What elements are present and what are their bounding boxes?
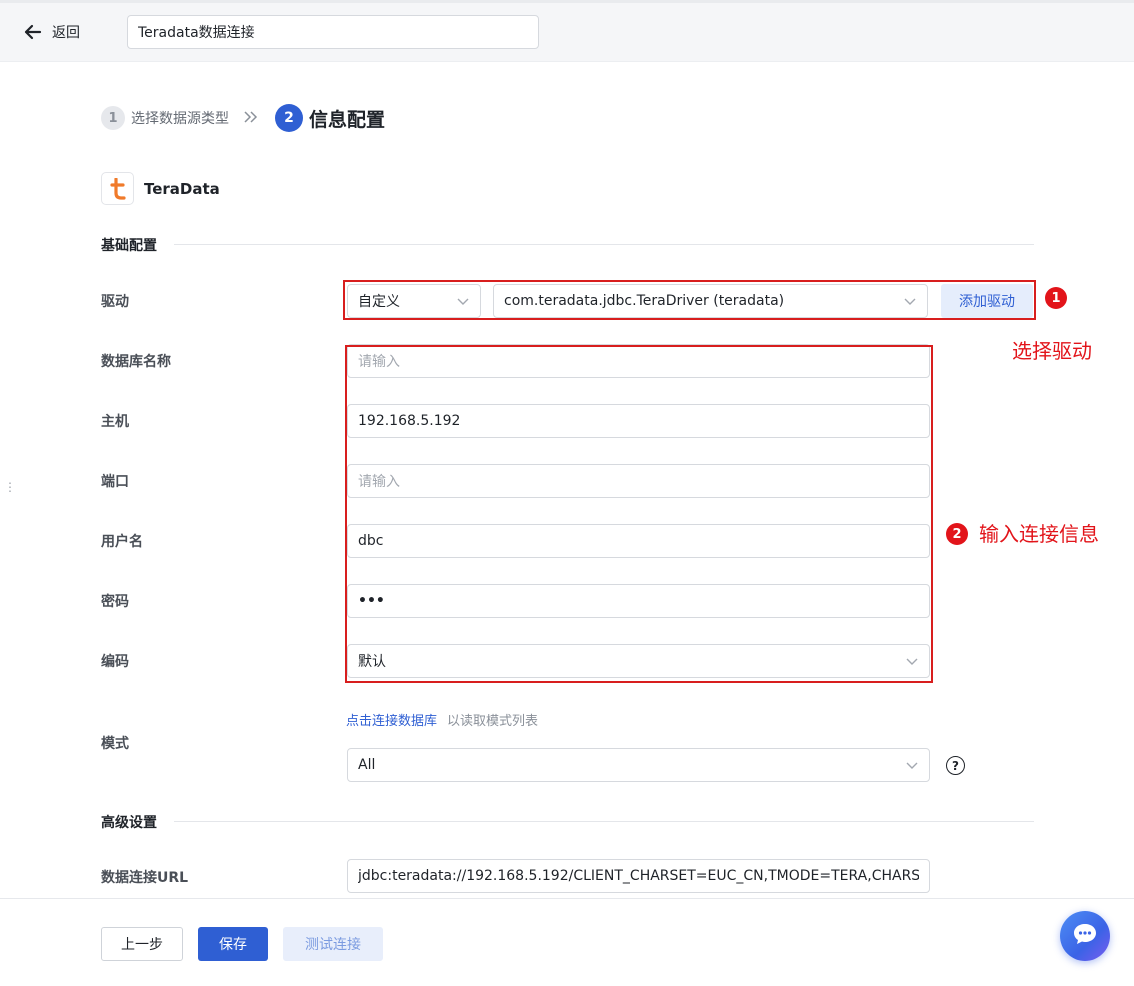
teradata-logo-icon	[101, 172, 134, 205]
annotation-box-driver	[343, 280, 1036, 320]
help-icon[interactable]: ?	[946, 756, 965, 775]
datasource-name: TeraData	[144, 179, 220, 198]
connection-name-input[interactable]	[127, 15, 539, 49]
chat-icon	[1072, 922, 1098, 950]
arrow-left-icon	[24, 24, 42, 40]
divider	[174, 244, 1034, 245]
steps-indicator: 1 选择数据源类型 2 信息配置	[101, 103, 385, 133]
step-select-type[interactable]: 1 选择数据源类型	[101, 106, 229, 130]
encoding-label: 编码	[101, 654, 129, 670]
username-label: 用户名	[101, 534, 143, 550]
chat-assistant-button[interactable]	[1060, 911, 1110, 961]
save-button[interactable]: 保存	[198, 927, 268, 961]
url-label: 数据连接URL	[101, 870, 189, 886]
connect-database-link[interactable]: 点击连接数据库	[346, 710, 437, 729]
password-label: 密码	[101, 594, 129, 610]
schema-hint: 以读取模式列表	[447, 714, 539, 729]
annotation-number: 2	[946, 523, 968, 545]
divider	[174, 821, 1034, 822]
prev-step-button[interactable]: 上一步	[101, 927, 183, 961]
double-chevron-right-icon	[243, 109, 259, 128]
resize-handle-icon[interactable]: ⋮	[4, 481, 16, 493]
back-button[interactable]: 返回	[24, 20, 80, 44]
top-bar: 返回	[0, 0, 1134, 62]
step-number: 1	[101, 106, 125, 130]
host-label: 主机	[101, 414, 129, 430]
step-label: 信息配置	[309, 108, 386, 131]
schema-link-row: 点击连接数据库 以读取模式列表	[346, 710, 538, 729]
section-advanced-title: 高级设置	[101, 815, 157, 831]
datasource-header: TeraData	[101, 172, 220, 205]
database-name-label: 数据库名称	[101, 354, 171, 370]
driver-label: 驱动	[101, 294, 129, 310]
footer-bar: 上一步 保存 测试连接	[0, 898, 1134, 986]
top-edge	[0, 0, 1134, 3]
test-connection-button[interactable]: 测试连接	[283, 927, 383, 961]
annotation-box-connection	[345, 345, 933, 683]
schema-value: All	[358, 757, 376, 773]
url-input[interactable]: jdbc:teradata://192.168.5.192/CLIENT_CHA…	[347, 859, 930, 893]
annotation-text: 选择驱动	[1012, 339, 1092, 363]
step-number: 2	[275, 104, 303, 132]
chevron-down-icon	[905, 758, 919, 776]
annotation-number: 1	[1045, 287, 1067, 309]
schema-select[interactable]: All	[347, 748, 930, 782]
back-label: 返回	[52, 25, 80, 41]
step-label: 选择数据源类型	[131, 111, 229, 127]
port-label: 端口	[101, 474, 129, 490]
url-value: jdbc:teradata://192.168.5.192/CLIENT_CHA…	[358, 868, 919, 884]
step-info-config: 2 信息配置	[275, 104, 385, 132]
schema-label: 模式	[101, 736, 129, 752]
section-basic-title: 基础配置	[101, 238, 157, 254]
annotation-text: 输入连接信息	[979, 522, 1099, 546]
